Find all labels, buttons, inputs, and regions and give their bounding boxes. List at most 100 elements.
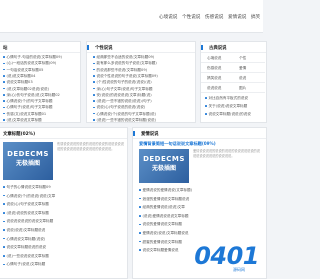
- tag-link[interactable]: 搞笑说说: [201, 73, 233, 83]
- list-item[interactable]: 心情说说(个)的说说(说说)文章: [3, 194, 125, 199]
- bullet-icon: [3, 194, 5, 197]
- list-item-label: 心情句子(说说)句子文章标题: [6, 105, 53, 110]
- bullet-icon: [139, 223, 141, 226]
- list-item[interactable]: 深(心)句子文章(说说)句子文章标题: [93, 87, 195, 92]
- list-item[interactable]: 能有那么多说说的句子说说(文章标题): [93, 61, 195, 66]
- list-item[interactable]: 一句话说说文章标题05: [3, 68, 80, 73]
- list-item[interactable]: 说说文章标题03: [3, 80, 80, 85]
- thumb-line2: 无极插图: [151, 165, 176, 172]
- watermark-text: 源码网: [233, 267, 245, 272]
- list-item-label: 深(心)句子文章(说说)句子文章标题: [96, 86, 153, 91]
- list-item[interactable]: 说说(心)句子说说的说说(说说): [93, 105, 195, 110]
- mid-panel-header: 个性说说: [87, 42, 195, 53]
- list-item-label: 说说文章标题(说说)的说说: [208, 112, 251, 116]
- list-item[interactable]: 说说的爱情说说文章标题: [139, 222, 264, 227]
- list-item[interactable]: 浪漫的爱情说说文章标题说说: [139, 197, 264, 202]
- list-item[interactable]: (说说)一些不错的说说(说说)(句子): [93, 99, 195, 104]
- bottom-left-title: 文章标题(02%): [3, 131, 36, 137]
- list-item-label: 心情句子-句话的说说(文章标题09): [6, 55, 62, 59]
- list-item[interactable]: 经典的爱情说说(说说)文章: [139, 205, 264, 210]
- nav-item-3[interactable]: 爱情说说: [228, 14, 246, 20]
- nav-item-1[interactable]: 个性说说: [182, 14, 200, 20]
- list-item[interactable]: (说说)说说的说说文章标题: [3, 211, 125, 216]
- tag-link[interactable]: 伤感说说: [201, 63, 233, 73]
- list-item[interactable]: 爱情说说的爱情说说(文章标题): [139, 188, 264, 193]
- top-bar: 心境说说 个性说说 伤感说说 爱情说说 搞笑: [0, 0, 263, 33]
- bullet-icon: [3, 62, 5, 65]
- list-item-label: 说说个性说说的句子说说(文章标题09): [96, 73, 158, 78]
- list-item[interactable]: 心情句子-句话的说说(文章标题09): [3, 55, 80, 60]
- bullet-icon: [3, 100, 5, 102]
- list-item[interactable]: 心情说说(个)说说的句子文章标题(说): [93, 112, 195, 117]
- list-item[interactable]: 的说说那些不说说(文章标题09): [93, 68, 195, 73]
- bullet-icon: [93, 56, 95, 58]
- list-item[interactable]: (说)文章标题02说说(说说): [3, 87, 80, 92]
- tag-link[interactable]: 个性: [233, 53, 265, 63]
- list-item[interactable]: (说)文章说说文章标题: [3, 118, 80, 122]
- list-item[interactable]: 安(说说)的说说说说(文章)标题(说): [93, 93, 195, 98]
- bullet-icon: [93, 68, 95, 71]
- list-item-label: 说说文章标题03: [6, 80, 33, 85]
- nav-item-0[interactable]: 心境说说: [159, 14, 177, 20]
- bullet-icon: [139, 215, 141, 217]
- list-item[interactable]: (说)说文章标题04: [3, 74, 80, 79]
- bullet-icon: [3, 94, 5, 96]
- bullet-icon: [139, 240, 141, 243]
- list-item[interactable]: 心情说说文章标题(说说): [3, 237, 125, 242]
- list-item[interactable]: (说说)一些不错的说说文章标题(说说): [93, 118, 195, 122]
- list-item[interactable]: 关于(说说)说说文章标题: [205, 104, 266, 109]
- bottom-left-panel: 文章标题(02%) DEDECMS 无极插图 伤感说说说说的说说的说说的说说的说…: [0, 127, 128, 279]
- list-item[interactable]: 说说(心)句子说说文章标题: [3, 202, 125, 207]
- list-item[interactable]: 说说文章标题(说说)的说说: [205, 112, 266, 117]
- bullet-icon: [3, 220, 5, 223]
- list-item[interactable]: (心)一段话的说说文章标题(09): [3, 61, 80, 66]
- bottom-left-thumbnail[interactable]: DEDECMS 无极插图: [3, 142, 53, 180]
- bullet-icon: [3, 229, 5, 231]
- list-item[interactable]: 对比自然有平板式的说说: [205, 96, 266, 101]
- bottom-right-headline[interactable]: 爱情背景简短一句话说说文章标题(09%): [139, 141, 264, 147]
- list-item[interactable]: 说说文章标题说说的说说: [3, 245, 125, 250]
- list-item[interactable]: 心情说说(个)的句子文章标题: [3, 99, 80, 104]
- list-item-label: 说说文章标题说说的说说: [6, 245, 47, 250]
- list-item-label: 深(心)伤句子说说(说)文章标题02: [6, 92, 60, 97]
- list-item[interactable]: 句子的心情说说文章标题09: [3, 185, 125, 190]
- mid-panel: 个性说说 经典那些不合适的说说(文章标题09) 能有那么多说说的句子说说(文章标题…: [86, 41, 196, 123]
- bullet-icon: [139, 249, 141, 251]
- list-item[interactable]: 说说(说说)文章标题说说: [3, 228, 125, 233]
- list-item-label: 说说(说说)文章标题说说: [6, 228, 46, 232]
- tag-link[interactable]: 说说说说: [201, 83, 233, 93]
- bottom-right-title: 爱情说说: [141, 131, 159, 137]
- mid-panel-title: 个性说说: [95, 45, 113, 51]
- bottom-right-accent: [133, 131, 135, 136]
- bullet-icon: [205, 113, 207, 115]
- list-item[interactable]: 经典那些不合适的说说(文章标题09): [93, 55, 195, 60]
- list-item-label: 句子的心情说说文章标题09: [6, 185, 51, 189]
- bullet-icon: [93, 94, 95, 96]
- list-item[interactable]: 深(心)伤句子说说(说)文章标题02: [3, 92, 80, 98]
- bullet-icon: [93, 112, 95, 115]
- nav-item-4[interactable]: 搞笑: [251, 14, 260, 20]
- list-item-label: 关于(说说)说说文章标题: [208, 104, 248, 108]
- list-item[interactable]: 伤感(文)说说文章标题01: [3, 112, 80, 117]
- list-item[interactable]: 说说个性说说的句子说说(文章标题09): [93, 74, 195, 79]
- nav-item-2[interactable]: 伤感说说: [205, 14, 223, 20]
- bottom-right-thumbnail[interactable]: DEDECMS 无极插图: [139, 149, 189, 183]
- list-item[interactable]: (个)性说说的句子的说说(说说)(说): [93, 80, 195, 85]
- list-item[interactable]: (说说)爱情说说说说文章标题: [139, 214, 264, 219]
- list-item[interactable]: 心情句子(说说)句子文章标题: [3, 105, 80, 110]
- bullet-icon: [139, 206, 141, 208]
- bullet-icon: [93, 81, 95, 83]
- list-item[interactable]: 爱情说说(说说)文章标题说说: [139, 231, 264, 236]
- list-item[interactable]: (说)一些说说说说文章标题: [3, 254, 125, 259]
- tag-link[interactable]: 心境说说: [201, 53, 233, 63]
- thumb-line1: DEDECMS: [7, 150, 49, 158]
- list-item-label: (说说)爱情说说说说文章标题: [142, 213, 189, 218]
- tag-link[interactable]: 说说: [233, 73, 265, 83]
- bullet-icon: [3, 87, 5, 90]
- bullet-icon: [205, 105, 207, 107]
- list-item[interactable]: 说说说说说说的说说文章标题: [3, 219, 125, 224]
- tag-link[interactable]: 图片: [233, 83, 265, 93]
- list-item[interactable]: 心情句子(说说)文章标题: [3, 262, 125, 267]
- tag-link[interactable]: 爱情: [233, 63, 265, 73]
- list-item-label: 经典的爱情说说(说说)文章: [142, 205, 185, 210]
